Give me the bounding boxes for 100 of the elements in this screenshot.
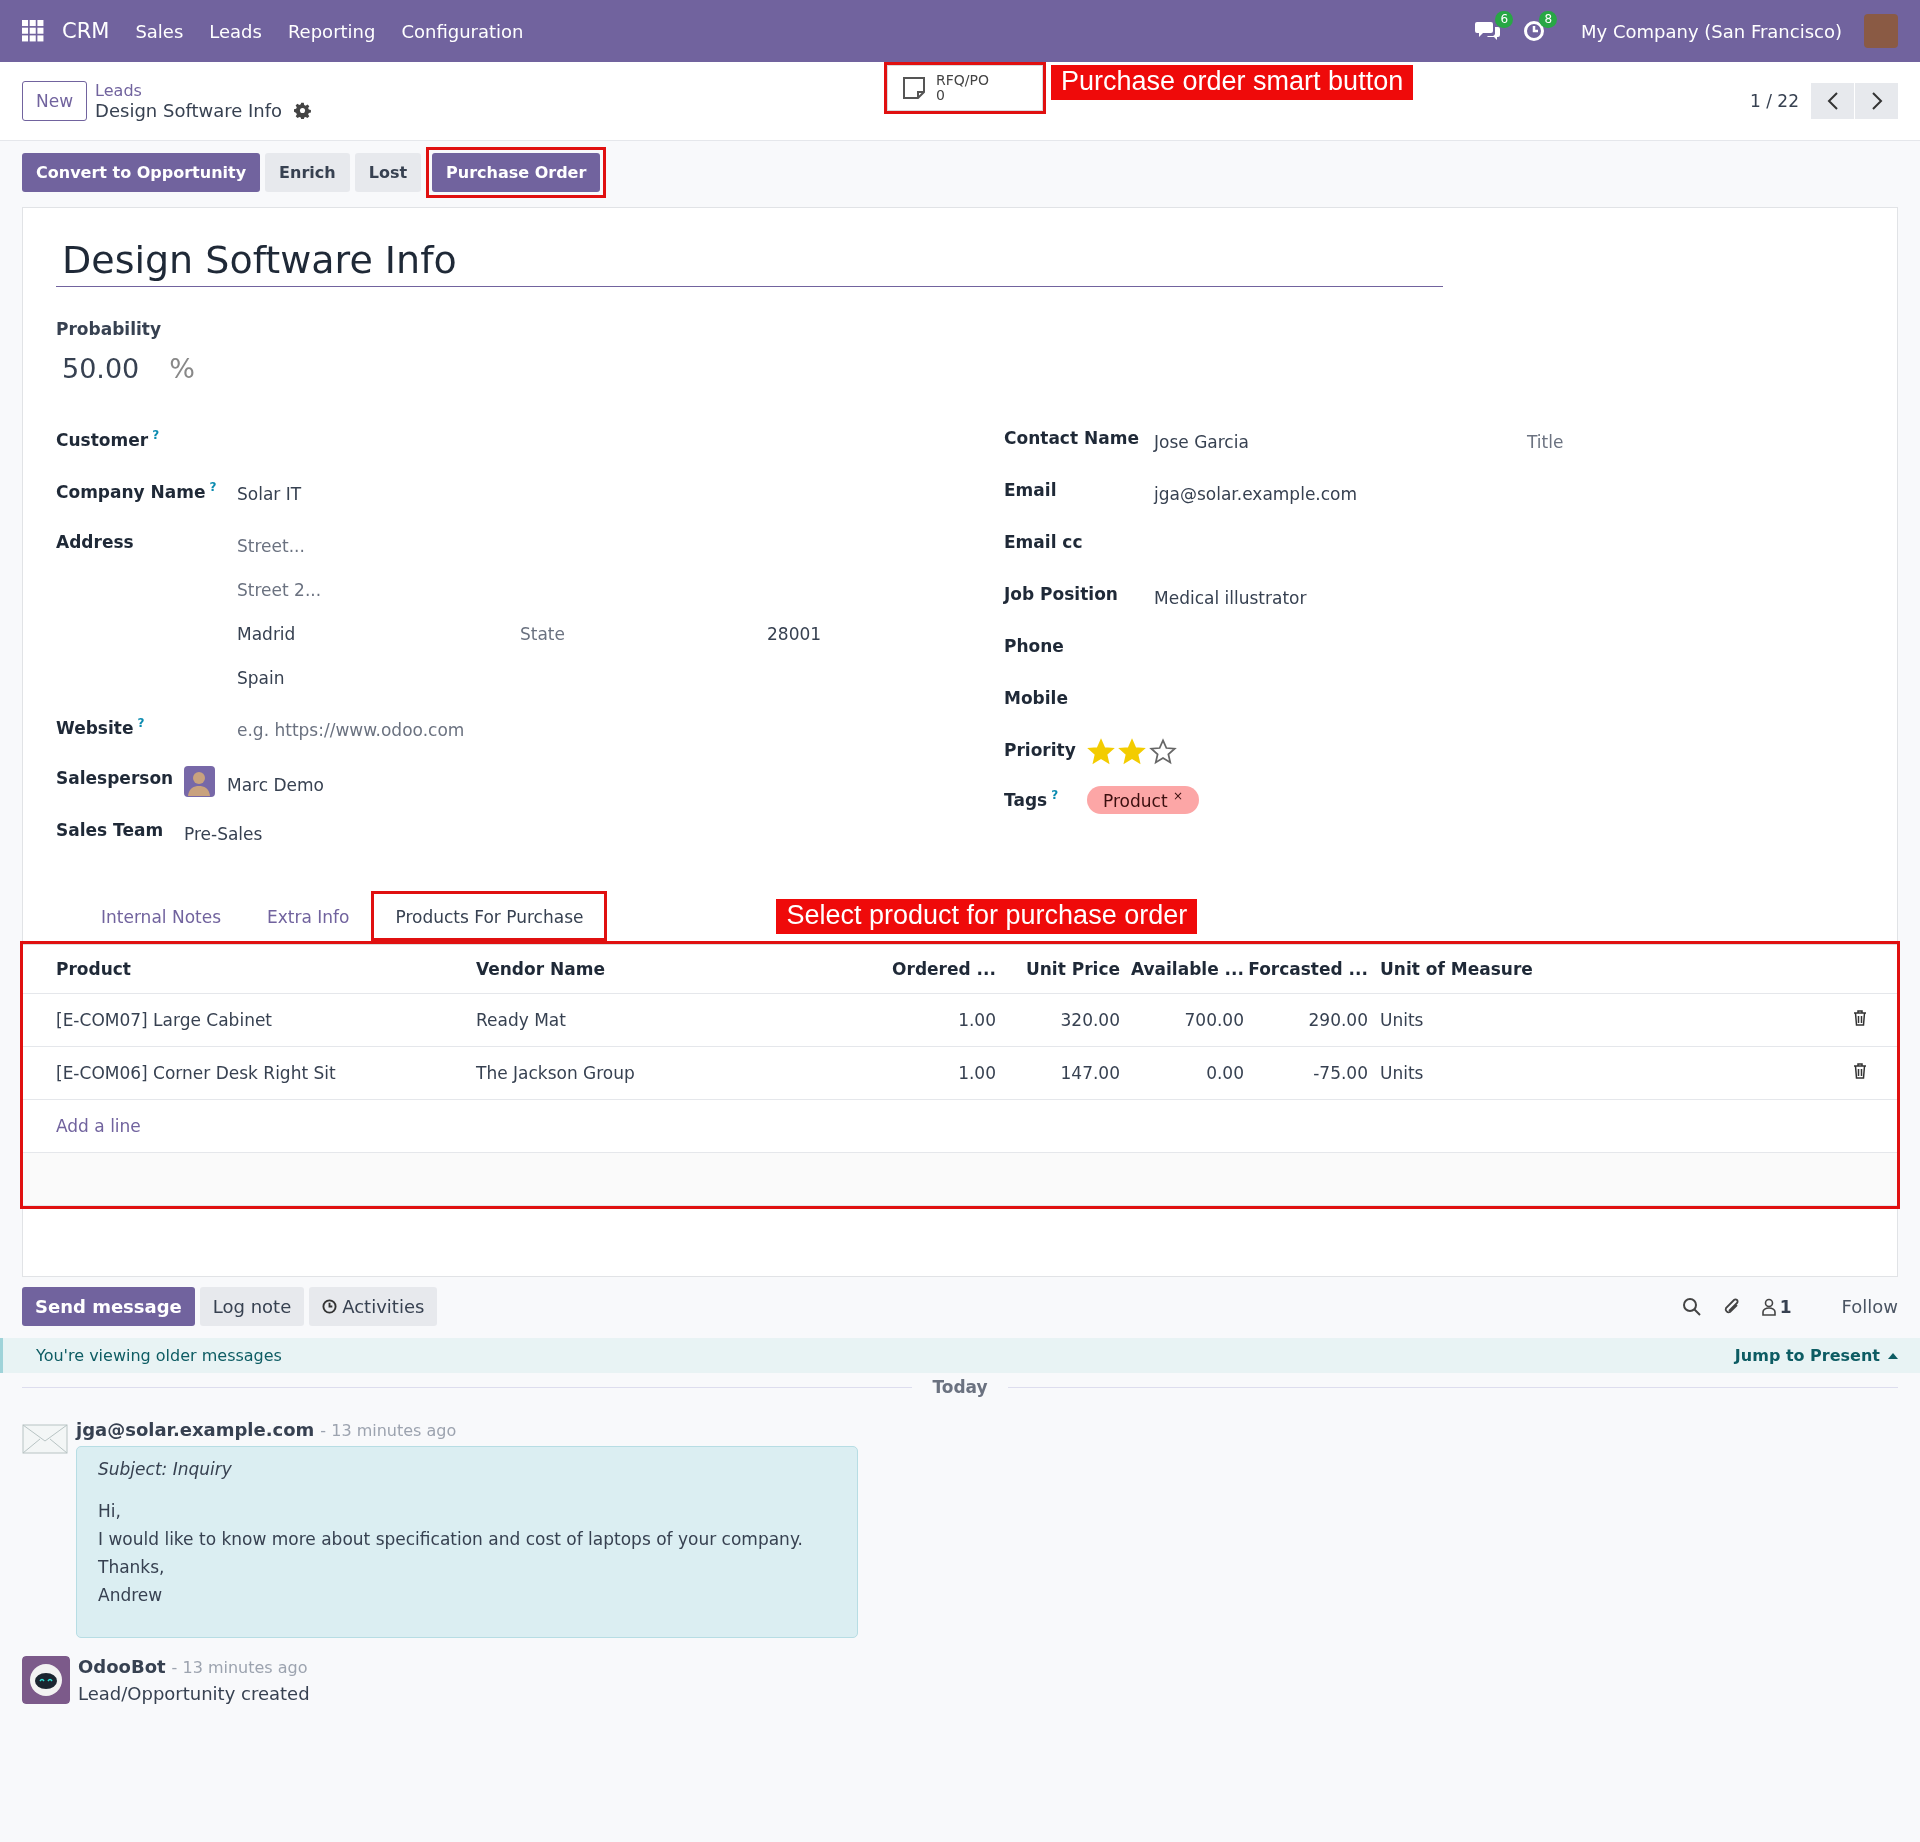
breadcrumb-link[interactable]: Leads — [95, 81, 312, 100]
clock-icon[interactable] — [1523, 20, 1546, 42]
note-icon — [902, 76, 926, 100]
field-label: Mobile — [1004, 687, 1069, 708]
rfq-po-smart-button[interactable]: RFQ/PO 0 — [887, 65, 1043, 111]
search-icon[interactable] — [1681, 1296, 1702, 1317]
add-line-link[interactable]: Add a line — [56, 1116, 856, 1136]
company-switcher[interactable]: My Company (San Francisco) — [1581, 20, 1842, 42]
notebook-tab[interactable]: Extra Info — [244, 892, 373, 940]
message-time: - 13 minutes ago — [171, 1658, 308, 1677]
zip-field[interactable]: 28001 — [767, 618, 867, 644]
menu-item[interactable]: Configuration — [401, 20, 524, 42]
website-field[interactable]: e.g. https://www.odoo.com — [237, 714, 637, 740]
date-separator: Today — [932, 1377, 988, 1397]
column-header[interactable]: Vendor Name — [476, 959, 856, 979]
field-label: Phone — [1004, 635, 1065, 656]
action-button[interactable]: Enrich — [265, 153, 350, 192]
chatter-button[interactable]: Send message — [22, 1287, 195, 1326]
menu-item[interactable]: Reporting — [287, 20, 376, 42]
follow-button[interactable]: Follow — [1841, 1296, 1898, 1317]
clock-icon — [322, 1299, 338, 1314]
field-label: Email cc — [1004, 531, 1084, 552]
table-cell-text: 290.00 — [1307, 1010, 1368, 1030]
table-cell-text: The Jackson Group — [476, 1063, 636, 1083]
menu-item[interactable]: Leads — [209, 20, 262, 42]
street2-field[interactable]: Street 2... — [237, 574, 867, 600]
message-author[interactable]: OdooBot — [78, 1656, 166, 1677]
column-header[interactable]: Unit Price — [996, 959, 1120, 979]
message-author[interactable]: jga@solar.example.com — [76, 1419, 315, 1440]
record-name: Design Software Info — [95, 100, 283, 121]
salesperson-field[interactable]: Marc Demo — [227, 768, 324, 795]
chat-bubbles-icon[interactable] — [1475, 20, 1502, 42]
table-cell-text: 320.00 — [1059, 1010, 1120, 1030]
company-field[interactable]: Solar IT — [237, 478, 302, 504]
annotation-callout: Purchase order smart button — [1051, 65, 1414, 100]
country-field[interactable]: Spain — [237, 662, 867, 688]
new-button[interactable]: New — [22, 81, 88, 121]
tag-chip[interactable]: Product $^{×}$ — [1087, 786, 1199, 814]
table-cell-text: 700.00 — [1183, 1010, 1244, 1030]
field-label: Salesperson — [56, 767, 175, 788]
trash-icon[interactable] — [1853, 1010, 1867, 1026]
star-icon[interactable] — [1149, 738, 1177, 766]
followers-button[interactable]: 1 — [1761, 1296, 1792, 1317]
jump-to-present-link[interactable]: Jump to Present — [1734, 1346, 1898, 1365]
chevron-left-icon — [1826, 92, 1839, 110]
field-label: Priority — [1004, 739, 1077, 760]
user-avatar — [184, 766, 215, 797]
column-header[interactable]: Ordered ... — [856, 959, 996, 979]
column-header[interactable]: Unit of Measure — [1368, 959, 1668, 979]
field-label: Address — [56, 531, 135, 552]
next-button[interactable] — [1855, 83, 1898, 119]
table-cell-text: Ready Mat — [476, 1010, 567, 1030]
apps-grid-icon[interactable] — [22, 20, 44, 42]
probability-field[interactable]: 50.00 — [62, 353, 140, 384]
table-cell-text: Units — [1379, 1063, 1425, 1083]
action-button[interactable]: Purchase Order — [432, 153, 601, 192]
state-field[interactable]: State — [520, 618, 767, 644]
gear-icon[interactable] — [294, 102, 312, 119]
field-value[interactable]: Medical illustrator — [1154, 582, 1307, 608]
menu-item[interactable]: Sales — [135, 20, 184, 42]
table-cell-text: 1.00 — [957, 1010, 996, 1030]
city-field[interactable]: Madrid — [237, 618, 520, 644]
table-cell-text: 1.00 — [957, 1063, 996, 1083]
street-field[interactable]: Street... — [237, 530, 867, 556]
field-value[interactable]: jga@solar.example.com — [1154, 478, 1358, 504]
annotation-callout: Select product for purchase order — [776, 899, 1198, 934]
notebook-tab[interactable]: Internal Notes — [78, 892, 245, 940]
column-header[interactable]: Available ... — [1120, 959, 1244, 979]
chatter-button[interactable]: Activities — [309, 1287, 438, 1326]
field-label: Job Position — [1004, 583, 1119, 604]
title-field[interactable]: Title — [1527, 426, 1677, 452]
message-time: - 13 minutes ago — [320, 1421, 457, 1440]
chevron-right-icon — [1870, 92, 1883, 110]
column-header[interactable]: Product — [56, 959, 476, 979]
action-button[interactable]: Convert to Opportunity — [22, 153, 261, 192]
message-text: Lead/Opportunity created — [78, 1683, 310, 1704]
previous-button[interactable] — [1811, 83, 1854, 119]
priority-stars[interactable] — [1087, 738, 1177, 766]
trash-icon[interactable] — [1853, 1063, 1867, 1079]
count-badge: 8 — [1539, 11, 1558, 28]
contact-name-field[interactable]: Jose Garcia — [1154, 426, 1527, 452]
field-label: Company Name $^{?}$ — [56, 479, 218, 502]
table-cell-text: -75.00 — [1312, 1063, 1368, 1083]
banner-text: You're viewing older messages — [36, 1346, 282, 1365]
field-label: Tags $^{?}$ — [1004, 787, 1060, 810]
table-cell-text: [E-COM07] Large Cabinet — [56, 1010, 274, 1030]
action-button[interactable]: Lost — [354, 153, 422, 192]
sales-team-field[interactable]: Pre-Sales — [184, 818, 263, 844]
table-cell-text: [E-COM06] Corner Desk Right Sit — [56, 1063, 337, 1083]
count-badge: 6 — [1495, 11, 1514, 28]
column-header[interactable]: Forcasted ... — [1244, 959, 1368, 979]
table-cell-text: 147.00 — [1059, 1063, 1120, 1083]
app-name[interactable]: CRM — [62, 19, 110, 43]
record-title-field[interactable]: Design Software Info — [56, 238, 1443, 287]
notebook-tab[interactable]: Products For Purchase — [372, 892, 607, 940]
field-label: Email — [1004, 479, 1058, 500]
message-line: I would like to know more about specification and cost of laptops of your company. — [98, 1528, 804, 1551]
table-cell-text: 0.00 — [1205, 1063, 1244, 1083]
chatter-button[interactable]: Log note — [199, 1287, 305, 1326]
robot-avatar — [22, 1656, 70, 1704]
